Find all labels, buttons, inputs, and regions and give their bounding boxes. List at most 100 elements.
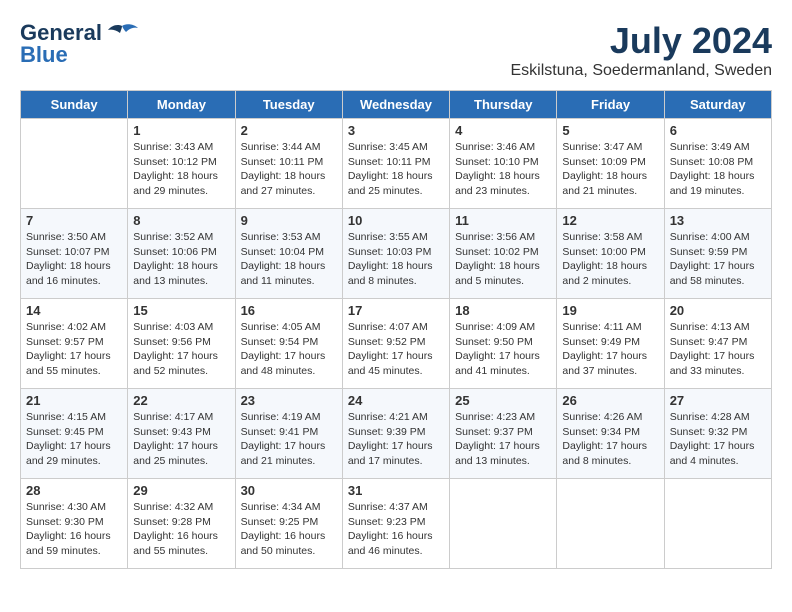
cell-info: Sunrise: 4:26 AMSunset: 9:34 PMDaylight:…	[562, 410, 658, 469]
cell-info: Sunrise: 4:23 AMSunset: 9:37 PMDaylight:…	[455, 410, 551, 469]
cell-info: Sunrise: 3:52 AMSunset: 10:06 PMDaylight…	[133, 230, 229, 289]
cell-info: Sunrise: 4:03 AMSunset: 9:56 PMDaylight:…	[133, 320, 229, 379]
calendar-cell	[21, 119, 128, 209]
day-number: 22	[133, 393, 229, 408]
day-number: 12	[562, 213, 658, 228]
day-number: 13	[670, 213, 766, 228]
days-header-row: SundayMondayTuesdayWednesdayThursdayFrid…	[21, 91, 772, 119]
cell-info: Sunrise: 4:15 AMSunset: 9:45 PMDaylight:…	[26, 410, 122, 469]
cell-info: Sunrise: 3:53 AMSunset: 10:04 PMDaylight…	[241, 230, 337, 289]
week-row-4: 21Sunrise: 4:15 AMSunset: 9:45 PMDayligh…	[21, 389, 772, 479]
day-number: 18	[455, 303, 551, 318]
calendar-cell	[664, 479, 771, 569]
month-title: July 2024	[511, 20, 773, 62]
day-number: 5	[562, 123, 658, 138]
calendar-cell: 1 Sunrise: 3:43 AMSunset: 10:12 PMDayligh…	[128, 119, 235, 209]
logo-bird-icon	[104, 22, 140, 44]
week-row-3: 14Sunrise: 4:02 AMSunset: 9:57 PMDayligh…	[21, 299, 772, 389]
calendar-cell: 12 Sunrise: 3:58 AMSunset: 10:00 PMDaylig…	[557, 209, 664, 299]
day-number: 27	[670, 393, 766, 408]
calendar-cell: 19 Sunrise: 4:11 AMSunset: 9:49 PMDayligh…	[557, 299, 664, 389]
day-number: 7	[26, 213, 122, 228]
calendar-cell: 2 Sunrise: 3:44 AMSunset: 10:11 PMDayligh…	[235, 119, 342, 209]
calendar-cell: 9 Sunrise: 3:53 AMSunset: 10:04 PMDayligh…	[235, 209, 342, 299]
cell-info: Sunrise: 3:43 AMSunset: 10:12 PMDaylight…	[133, 140, 229, 199]
cell-info: Sunrise: 4:19 AMSunset: 9:41 PMDaylight:…	[241, 410, 337, 469]
calendar-cell: 29Sunrise: 4:32 AMSunset: 9:28 PMDayligh…	[128, 479, 235, 569]
logo: General Blue	[20, 20, 140, 68]
day-header-tuesday: Tuesday	[235, 91, 342, 119]
day-number: 24	[348, 393, 444, 408]
cell-info: Sunrise: 3:46 AMSunset: 10:10 PMDaylight…	[455, 140, 551, 199]
cell-info: Sunrise: 3:58 AMSunset: 10:00 PMDaylight…	[562, 230, 658, 289]
calendar-cell: 28Sunrise: 4:30 AMSunset: 9:30 PMDayligh…	[21, 479, 128, 569]
calendar-cell: 21Sunrise: 4:15 AMSunset: 9:45 PMDayligh…	[21, 389, 128, 479]
day-header-friday: Friday	[557, 91, 664, 119]
day-number: 26	[562, 393, 658, 408]
week-row-1: 1 Sunrise: 3:43 AMSunset: 10:12 PMDayligh…	[21, 119, 772, 209]
calendar-cell: 16 Sunrise: 4:05 AMSunset: 9:54 PMDayligh…	[235, 299, 342, 389]
cell-info: Sunrise: 4:34 AMSunset: 9:25 PMDaylight:…	[241, 500, 337, 559]
cell-info: Sunrise: 3:50 AMSunset: 10:07 PMDaylight…	[26, 230, 122, 289]
cell-info: Sunrise: 3:49 AMSunset: 10:08 PMDaylight…	[670, 140, 766, 199]
calendar-cell: 30 Sunrise: 4:34 AMSunset: 9:25 PMDayligh…	[235, 479, 342, 569]
calendar-cell: 4 Sunrise: 3:46 AMSunset: 10:10 PMDayligh…	[450, 119, 557, 209]
calendar-cell: 13 Sunrise: 4:00 AMSunset: 9:59 PMDayligh…	[664, 209, 771, 299]
day-number: 31	[348, 483, 444, 498]
calendar-cell: 5 Sunrise: 3:47 AMSunset: 10:09 PMDayligh…	[557, 119, 664, 209]
cell-info: Sunrise: 3:47 AMSunset: 10:09 PMDaylight…	[562, 140, 658, 199]
day-number: 16	[241, 303, 337, 318]
calendar-cell: 31Sunrise: 4:37 AMSunset: 9:23 PMDayligh…	[342, 479, 449, 569]
calendar-cell: 14Sunrise: 4:02 AMSunset: 9:57 PMDayligh…	[21, 299, 128, 389]
day-number: 3	[348, 123, 444, 138]
calendar-cell: 26 Sunrise: 4:26 AMSunset: 9:34 PMDayligh…	[557, 389, 664, 479]
week-row-5: 28Sunrise: 4:30 AMSunset: 9:30 PMDayligh…	[21, 479, 772, 569]
calendar-cell: 22 Sunrise: 4:17 AMSunset: 9:43 PMDayligh…	[128, 389, 235, 479]
cell-info: Sunrise: 4:07 AMSunset: 9:52 PMDaylight:…	[348, 320, 444, 379]
calendar-cell: 6Sunrise: 3:49 AMSunset: 10:08 PMDayligh…	[664, 119, 771, 209]
cell-info: Sunrise: 4:30 AMSunset: 9:30 PMDaylight:…	[26, 500, 122, 559]
cell-info: Sunrise: 4:00 AMSunset: 9:59 PMDaylight:…	[670, 230, 766, 289]
location-title: Eskilstuna, Soedermanland, Sweden	[511, 62, 773, 80]
cell-info: Sunrise: 4:05 AMSunset: 9:54 PMDaylight:…	[241, 320, 337, 379]
day-header-saturday: Saturday	[664, 91, 771, 119]
day-number: 14	[26, 303, 122, 318]
calendar-table: SundayMondayTuesdayWednesdayThursdayFrid…	[20, 90, 772, 569]
day-number: 23	[241, 393, 337, 408]
week-row-2: 7 Sunrise: 3:50 AMSunset: 10:07 PMDayligh…	[21, 209, 772, 299]
day-header-sunday: Sunday	[21, 91, 128, 119]
title-area: July 2024 Eskilstuna, Soedermanland, Swe…	[511, 20, 773, 80]
day-number: 2	[241, 123, 337, 138]
calendar-cell: 25Sunrise: 4:23 AMSunset: 9:37 PMDayligh…	[450, 389, 557, 479]
cell-info: Sunrise: 3:44 AMSunset: 10:11 PMDaylight…	[241, 140, 337, 199]
day-number: 19	[562, 303, 658, 318]
calendar-cell: 15 Sunrise: 4:03 AMSunset: 9:56 PMDayligh…	[128, 299, 235, 389]
cell-info: Sunrise: 3:56 AMSunset: 10:02 PMDaylight…	[455, 230, 551, 289]
day-number: 20	[670, 303, 766, 318]
cell-info: Sunrise: 4:11 AMSunset: 9:49 PMDaylight:…	[562, 320, 658, 379]
day-number: 29	[133, 483, 229, 498]
calendar-cell: 17Sunrise: 4:07 AMSunset: 9:52 PMDayligh…	[342, 299, 449, 389]
calendar-cell: 3 Sunrise: 3:45 AMSunset: 10:11 PMDayligh…	[342, 119, 449, 209]
calendar-cell	[557, 479, 664, 569]
calendar-cell: 27Sunrise: 4:28 AMSunset: 9:32 PMDayligh…	[664, 389, 771, 479]
day-number: 15	[133, 303, 229, 318]
calendar-cell: 7 Sunrise: 3:50 AMSunset: 10:07 PMDayligh…	[21, 209, 128, 299]
cell-info: Sunrise: 4:13 AMSunset: 9:47 PMDaylight:…	[670, 320, 766, 379]
day-number: 9	[241, 213, 337, 228]
logo-blue: Blue	[20, 42, 68, 68]
day-number: 30	[241, 483, 337, 498]
day-number: 4	[455, 123, 551, 138]
day-number: 8	[133, 213, 229, 228]
day-header-monday: Monday	[128, 91, 235, 119]
cell-info: Sunrise: 4:17 AMSunset: 9:43 PMDaylight:…	[133, 410, 229, 469]
calendar-cell	[450, 479, 557, 569]
calendar-cell: 24Sunrise: 4:21 AMSunset: 9:39 PMDayligh…	[342, 389, 449, 479]
day-number: 11	[455, 213, 551, 228]
day-number: 1	[133, 123, 229, 138]
calendar-cell: 10Sunrise: 3:55 AMSunset: 10:03 PMDaylig…	[342, 209, 449, 299]
cell-info: Sunrise: 4:09 AMSunset: 9:50 PMDaylight:…	[455, 320, 551, 379]
calendar-cell: 23 Sunrise: 4:19 AMSunset: 9:41 PMDayligh…	[235, 389, 342, 479]
calendar-cell: 18 Sunrise: 4:09 AMSunset: 9:50 PMDayligh…	[450, 299, 557, 389]
cell-info: Sunrise: 3:45 AMSunset: 10:11 PMDaylight…	[348, 140, 444, 199]
